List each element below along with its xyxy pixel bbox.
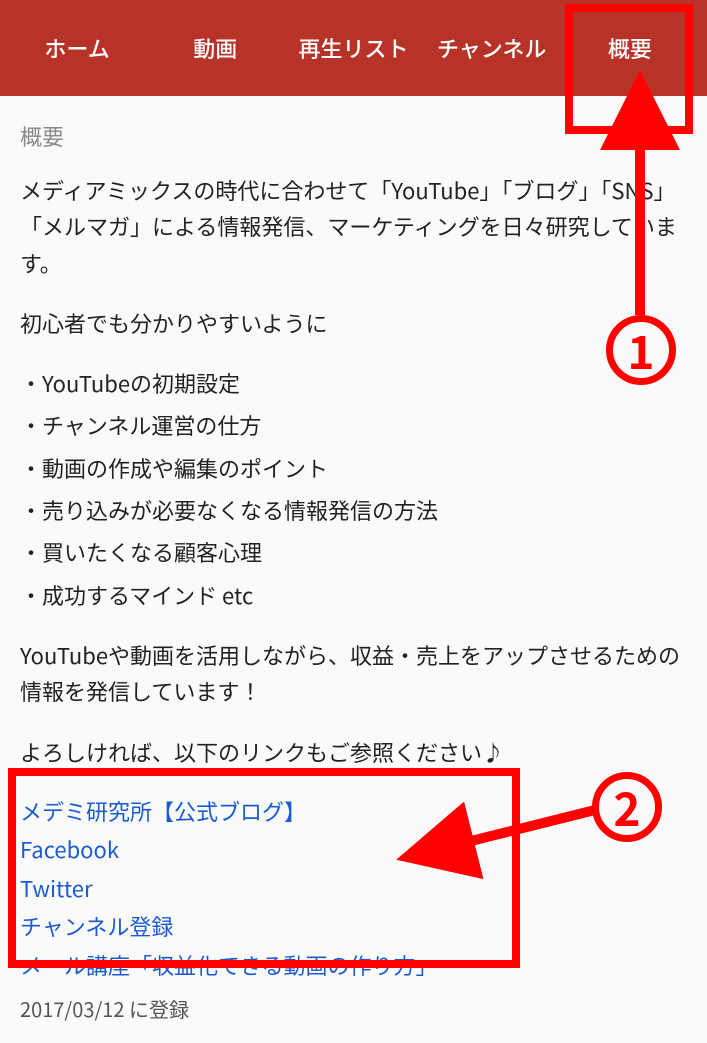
link-subscribe[interactable]: チャンネル登録 <box>20 907 687 946</box>
link-course[interactable]: メール講座「収益化できる動画の作り方」 <box>20 946 687 985</box>
section-title: 概要 <box>0 96 707 160</box>
link-blog[interactable]: メデミ研究所【公式ブログ】 <box>20 792 687 831</box>
link-twitter[interactable]: Twitter <box>20 869 687 908</box>
bullet-item: ・成功するマインド etc <box>20 577 687 613</box>
about-content: メディアミックスの時代に合わせて「YouTube」「ブログ」「SNS」「メルマガ… <box>0 160 707 792</box>
about-intro: メディアミックスの時代に合わせて「YouTube」「ブログ」「SNS」「メルマガ… <box>20 172 687 281</box>
tab-videos[interactable]: 動画 <box>146 24 284 72</box>
about-outro1: YouTubeや動画を活用しながら、収益・売上をアップさせるための情報を発信して… <box>20 637 687 710</box>
bullet-item: ・動画の作成や編集のポイント <box>20 450 687 486</box>
bullet-item: ・買いたくなる顧客心理 <box>20 534 687 570</box>
bullet-item: ・チャンネル運営の仕方 <box>20 407 687 443</box>
tab-home[interactable]: ホーム <box>8 24 146 72</box>
external-links: メデミ研究所【公式ブログ】 Facebook Twitter チャンネル登録 メ… <box>0 792 707 985</box>
about-outro2: よろしければ、以下のリンクもご参照ください♪ <box>20 734 687 770</box>
tab-playlists[interactable]: 再生リスト <box>284 24 422 72</box>
link-facebook[interactable]: Facebook <box>20 830 687 869</box>
channel-tabbar: ホーム 動画 再生リスト チャンネル 概要 <box>0 0 707 96</box>
about-bullets: ・YouTubeの初期設定 ・チャンネル運営の仕方 ・動画の作成や編集のポイント… <box>20 365 687 613</box>
bullet-item: ・YouTubeの初期設定 <box>20 365 687 401</box>
about-sub: 初心者でも分かりやすいように <box>20 305 687 341</box>
tab-channel[interactable]: チャンネル <box>423 24 561 72</box>
bullet-item: ・売り込みが必要なくなる情報発信の方法 <box>20 492 687 528</box>
registered-date: 2017/03/12 に登録 <box>0 984 707 1043</box>
tab-about[interactable]: 概要 <box>561 24 699 72</box>
